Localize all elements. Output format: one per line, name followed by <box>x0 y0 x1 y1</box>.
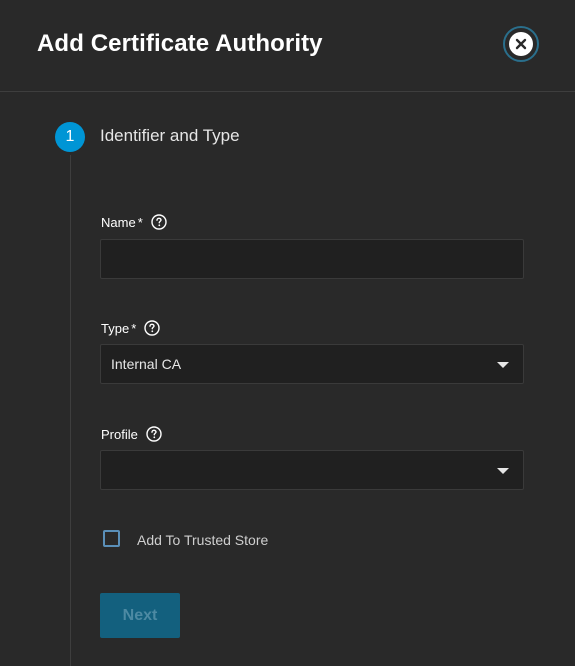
next-button[interactable]: Next <box>100 593 180 638</box>
type-required-mark: * <box>131 320 137 336</box>
profile-field-label: Profile <box>101 426 162 442</box>
type-label-text: Type <box>101 320 130 336</box>
name-label-text: Name <box>101 214 136 230</box>
type-select[interactable]: Internal CA <box>100 344 524 384</box>
step-title: Identifier and Type <box>100 126 240 145</box>
dialog-title: Add Certificate Authority <box>37 30 323 57</box>
name-required-mark: * <box>137 214 143 230</box>
help-circle-icon[interactable] <box>146 426 162 442</box>
type-select-value: Internal CA <box>111 356 182 372</box>
chevron-down-icon <box>497 362 509 368</box>
trusted-store-label[interactable]: Add To Trusted Store <box>137 532 268 548</box>
trusted-store-checkbox[interactable] <box>103 530 120 547</box>
chevron-down-icon <box>497 468 509 474</box>
name-input[interactable] <box>100 239 524 279</box>
step-number-badge: 1 <box>55 122 85 152</box>
type-field-label: Type * <box>101 320 160 336</box>
help-circle-icon[interactable] <box>144 320 160 336</box>
help-circle-icon[interactable] <box>151 214 167 230</box>
close-icon <box>509 32 533 56</box>
profile-label-text: Profile <box>101 426 138 442</box>
profile-select[interactable] <box>100 450 524 490</box>
name-field-label: Name * <box>101 214 167 230</box>
stepper-line <box>70 155 71 666</box>
close-button[interactable] <box>503 26 539 62</box>
dialog-header: Add Certificate Authority <box>0 0 575 92</box>
